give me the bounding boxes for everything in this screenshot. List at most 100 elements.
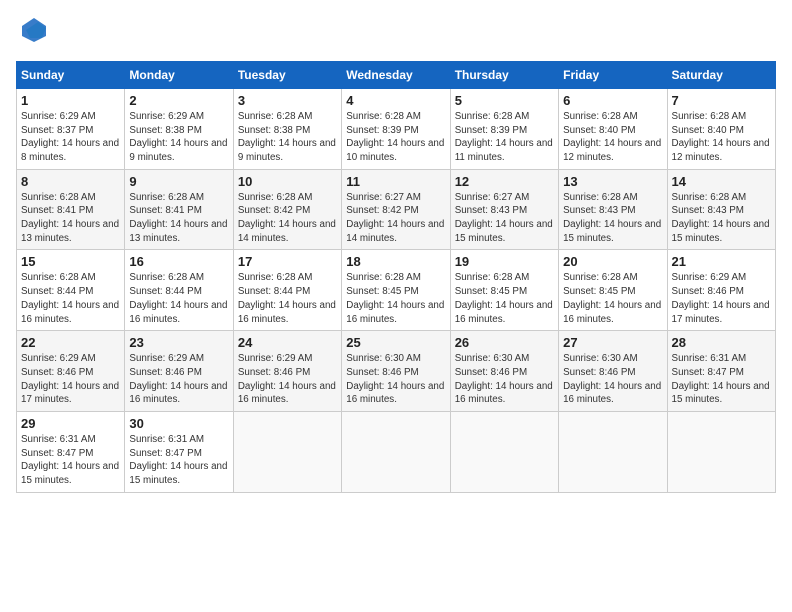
calendar-cell: 19 Sunrise: 6:28 AMSunset: 8:45 PMDayligh… xyxy=(450,250,558,331)
calendar-cell: 9 Sunrise: 6:28 AMSunset: 8:41 PMDaylight… xyxy=(125,169,233,250)
day-info: Sunrise: 6:29 AMSunset: 8:46 PMDaylight:… xyxy=(21,352,120,407)
calendar-cell: 16Sunrise: 6:28 AMSunset: 8:44 PMDayligh… xyxy=(125,250,233,331)
day-info: Sunrise: 6:31 AMSunset: 8:47 PMDaylight:… xyxy=(21,433,120,488)
day-info: Sunrise: 6:28 AMSunset: 8:39 PMDaylight:… xyxy=(455,110,554,165)
day-number: 29 xyxy=(21,416,120,431)
calendar-cell: 24 Sunrise: 6:29 AMSunset: 8:46 PMDayligh… xyxy=(233,331,341,412)
day-info: Sunrise: 6:28 AMSunset: 8:43 PMDaylight:… xyxy=(563,191,662,246)
day-info: Sunrise: 6:28 AMSunset: 8:44 PMDaylight:… xyxy=(21,271,120,326)
calendar-cell: 30 Sunrise: 6:31 AMSunset: 8:47 PMDayligh… xyxy=(125,412,233,493)
day-number: 15 xyxy=(21,254,120,269)
logo-icon xyxy=(20,16,48,44)
calendar-cell: 12Sunrise: 6:27 AMSunset: 8:43 PMDayligh… xyxy=(450,169,558,250)
calendar-week-row: 22 Sunrise: 6:29 AMSunset: 8:46 PMDayligh… xyxy=(17,331,776,412)
calendar-cell: 17 Sunrise: 6:28 AMSunset: 8:44 PMDayligh… xyxy=(233,250,341,331)
calendar-cell xyxy=(233,412,341,493)
calendar-cell: 18Sunrise: 6:28 AMSunset: 8:45 PMDayligh… xyxy=(342,250,450,331)
calendar-body: 1Sunrise: 6:29 AMSunset: 8:37 PMDaylight… xyxy=(17,88,776,492)
day-number: 17 xyxy=(238,254,337,269)
day-info: Sunrise: 6:28 AMSunset: 8:44 PMDaylight:… xyxy=(238,271,337,326)
day-info: Sunrise: 6:29 AMSunset: 8:46 PMDaylight:… xyxy=(238,352,337,407)
day-number: 19 xyxy=(455,254,554,269)
calendar-cell: 1Sunrise: 6:29 AMSunset: 8:37 PMDaylight… xyxy=(17,88,125,169)
day-info: Sunrise: 6:28 AMSunset: 8:40 PMDaylight:… xyxy=(672,110,771,165)
day-info: Sunrise: 6:30 AMSunset: 8:46 PMDaylight:… xyxy=(563,352,662,407)
day-info: Sunrise: 6:30 AMSunset: 8:46 PMDaylight:… xyxy=(455,352,554,407)
weekday-header-thursday: Thursday xyxy=(450,61,558,88)
day-number: 11 xyxy=(346,174,445,189)
day-info: Sunrise: 6:28 AMSunset: 8:45 PMDaylight:… xyxy=(455,271,554,326)
day-info: Sunrise: 6:27 AMSunset: 8:43 PMDaylight:… xyxy=(455,191,554,246)
day-number: 7 xyxy=(672,93,771,108)
calendar-cell xyxy=(342,412,450,493)
calendar-cell: 4 Sunrise: 6:28 AMSunset: 8:39 PMDaylight… xyxy=(342,88,450,169)
day-number: 22 xyxy=(21,335,120,350)
day-number: 27 xyxy=(563,335,662,350)
day-info: Sunrise: 6:29 AMSunset: 8:37 PMDaylight:… xyxy=(21,110,120,165)
calendar-cell: 14 Sunrise: 6:28 AMSunset: 8:43 PMDayligh… xyxy=(667,169,775,250)
calendar-cell: 3 Sunrise: 6:28 AMSunset: 8:38 PMDaylight… xyxy=(233,88,341,169)
day-info: Sunrise: 6:29 AMSunset: 8:46 PMDaylight:… xyxy=(129,352,228,407)
day-info: Sunrise: 6:28 AMSunset: 8:43 PMDaylight:… xyxy=(672,191,771,246)
calendar-cell: 7 Sunrise: 6:28 AMSunset: 8:40 PMDaylight… xyxy=(667,88,775,169)
weekday-header-monday: Monday xyxy=(125,61,233,88)
day-number: 8 xyxy=(21,174,120,189)
day-info: Sunrise: 6:31 AMSunset: 8:47 PMDaylight:… xyxy=(129,433,228,488)
day-number: 23 xyxy=(129,335,228,350)
day-info: Sunrise: 6:28 AMSunset: 8:39 PMDaylight:… xyxy=(346,110,445,165)
day-info: Sunrise: 6:30 AMSunset: 8:46 PMDaylight:… xyxy=(346,352,445,407)
day-info: Sunrise: 6:28 AMSunset: 8:45 PMDaylight:… xyxy=(563,271,662,326)
day-number: 3 xyxy=(238,93,337,108)
day-info: Sunrise: 6:27 AMSunset: 8:42 PMDaylight:… xyxy=(346,191,445,246)
day-number: 13 xyxy=(563,174,662,189)
calendar-week-row: 8 Sunrise: 6:28 AMSunset: 8:41 PMDaylight… xyxy=(17,169,776,250)
day-number: 16 xyxy=(129,254,228,269)
calendar-cell: 8 Sunrise: 6:28 AMSunset: 8:41 PMDaylight… xyxy=(17,169,125,250)
day-info: Sunrise: 6:29 AMSunset: 8:38 PMDaylight:… xyxy=(129,110,228,165)
calendar-cell: 26 Sunrise: 6:30 AMSunset: 8:46 PMDayligh… xyxy=(450,331,558,412)
calendar-cell: 25 Sunrise: 6:30 AMSunset: 8:46 PMDayligh… xyxy=(342,331,450,412)
day-number: 18 xyxy=(346,254,445,269)
day-number: 14 xyxy=(672,174,771,189)
calendar-cell: 13 Sunrise: 6:28 AMSunset: 8:43 PMDayligh… xyxy=(559,169,667,250)
day-number: 28 xyxy=(672,335,771,350)
calendar-cell: 6 Sunrise: 6:28 AMSunset: 8:40 PMDaylight… xyxy=(559,88,667,169)
day-info: Sunrise: 6:31 AMSunset: 8:47 PMDaylight:… xyxy=(672,352,771,407)
day-info: Sunrise: 6:28 AMSunset: 8:41 PMDaylight:… xyxy=(21,191,120,246)
day-number: 25 xyxy=(346,335,445,350)
day-info: Sunrise: 6:28 AMSunset: 8:42 PMDaylight:… xyxy=(238,191,337,246)
day-info: Sunrise: 6:28 AMSunset: 8:41 PMDaylight:… xyxy=(129,191,228,246)
weekday-header-tuesday: Tuesday xyxy=(233,61,341,88)
calendar-cell: 27 Sunrise: 6:30 AMSunset: 8:46 PMDayligh… xyxy=(559,331,667,412)
day-number: 4 xyxy=(346,93,445,108)
calendar-cell: 2Sunrise: 6:29 AMSunset: 8:38 PMDaylight… xyxy=(125,88,233,169)
day-number: 5 xyxy=(455,93,554,108)
day-number: 30 xyxy=(129,416,228,431)
calendar-cell: 28 Sunrise: 6:31 AMSunset: 8:47 PMDayligh… xyxy=(667,331,775,412)
day-number: 6 xyxy=(563,93,662,108)
day-info: Sunrise: 6:28 AMSunset: 8:38 PMDaylight:… xyxy=(238,110,337,165)
day-number: 9 xyxy=(129,174,228,189)
day-number: 26 xyxy=(455,335,554,350)
calendar-cell: 29 Sunrise: 6:31 AMSunset: 8:47 PMDayligh… xyxy=(17,412,125,493)
calendar-cell: 23 Sunrise: 6:29 AMSunset: 8:46 PMDayligh… xyxy=(125,331,233,412)
calendar-week-row: 29 Sunrise: 6:31 AMSunset: 8:47 PMDayligh… xyxy=(17,412,776,493)
calendar-week-row: 15 Sunrise: 6:28 AMSunset: 8:44 PMDayligh… xyxy=(17,250,776,331)
day-info: Sunrise: 6:29 AMSunset: 8:46 PMDaylight:… xyxy=(672,271,771,326)
day-number: 20 xyxy=(563,254,662,269)
weekday-header-sunday: Sunday xyxy=(17,61,125,88)
calendar-cell: 15 Sunrise: 6:28 AMSunset: 8:44 PMDayligh… xyxy=(17,250,125,331)
calendar-cell: 20 Sunrise: 6:28 AMSunset: 8:45 PMDayligh… xyxy=(559,250,667,331)
calendar-cell: 21Sunrise: 6:29 AMSunset: 8:46 PMDayligh… xyxy=(667,250,775,331)
calendar-cell: 5 Sunrise: 6:28 AMSunset: 8:39 PMDaylight… xyxy=(450,88,558,169)
calendar-header-row: SundayMondayTuesdayWednesdayThursdayFrid… xyxy=(17,61,776,88)
day-number: 24 xyxy=(238,335,337,350)
calendar-week-row: 1Sunrise: 6:29 AMSunset: 8:37 PMDaylight… xyxy=(17,88,776,169)
weekday-header-friday: Friday xyxy=(559,61,667,88)
page-header xyxy=(16,16,776,49)
weekday-header-saturday: Saturday xyxy=(667,61,775,88)
logo xyxy=(16,16,48,49)
calendar-cell xyxy=(450,412,558,493)
day-number: 10 xyxy=(238,174,337,189)
day-info: Sunrise: 6:28 AMSunset: 8:40 PMDaylight:… xyxy=(563,110,662,165)
